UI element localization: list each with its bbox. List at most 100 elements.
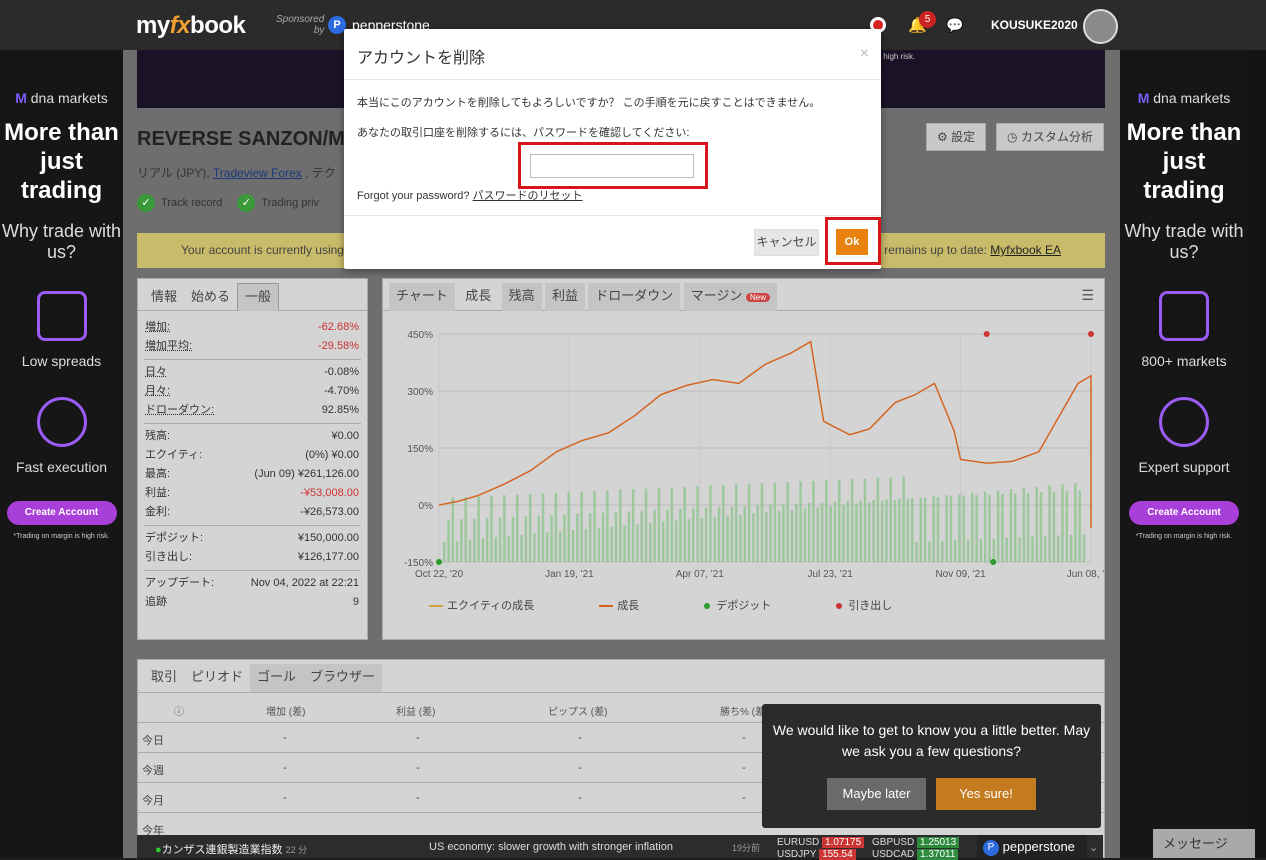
volume-bar: [988, 494, 991, 562]
volume-bar: [485, 518, 489, 562]
volume-bar: [765, 512, 768, 562]
volume-bar: [1065, 491, 1069, 562]
volume-bar: [1052, 491, 1056, 562]
volume-bar: [868, 502, 871, 562]
volume-bar: [541, 493, 545, 562]
legend-growth[interactable]: 成長: [599, 597, 639, 613]
myfxbook-logo[interactable]: myfxbook: [136, 12, 246, 40]
avatar[interactable]: [1083, 9, 1118, 44]
volume-bar: [855, 503, 858, 562]
volume-bar: [859, 500, 862, 562]
volume-bar: [468, 539, 472, 562]
volume-bar: [520, 534, 523, 562]
withdrawal-point: [1088, 331, 1094, 337]
stat-row: 追跡 9: [145, 596, 359, 608]
volume-bar: [799, 481, 802, 562]
volume-bar: [640, 510, 643, 562]
info-icon[interactable]: ⓘ: [174, 703, 184, 718]
volume-bar: [533, 533, 536, 562]
settings-button[interactable]: ⚙ 設定: [926, 123, 987, 151]
volume-bar: [958, 494, 961, 562]
stat-row: デポジット: ¥150,000.00: [145, 532, 359, 544]
tab-drawdown[interactable]: ドローダウン: [588, 283, 681, 311]
modal-body: 本当にこのアカウントを削除してもよろしいですか？ この手順を元に戻すことはできま…: [344, 80, 881, 216]
tab-periods[interactable]: ピリオド: [184, 664, 250, 692]
yes-sure-button[interactable]: Yes sure!: [936, 778, 1036, 810]
ticker-news-time: 19分前: [732, 843, 761, 853]
tab-margin[interactable]: マージン New: [683, 283, 778, 311]
volume-bar: [550, 515, 553, 562]
stat-row: 金利: -¥26,573.00: [145, 506, 359, 518]
tab-chart[interactable]: チャート: [389, 283, 455, 311]
messages-button[interactable]: メッセージ: [1153, 829, 1255, 858]
x-tick-label: Jul 23, '21: [808, 569, 854, 580]
volume-bar: [1031, 536, 1034, 562]
dna-markets-logo: M dna markets: [1137, 90, 1231, 106]
volume-bar: [1048, 485, 1051, 562]
volume-bar: [683, 486, 686, 562]
chevron-down-icon[interactable]: ⌄: [1089, 841, 1098, 854]
scrollbar[interactable]: [1248, 50, 1266, 858]
volume-bar: [674, 520, 678, 562]
modal-title: アカウントを削除: [357, 50, 486, 67]
tab-growth[interactable]: 成長: [458, 283, 498, 311]
withdrawal-point: [983, 331, 990, 337]
ok-button[interactable]: Ok: [836, 229, 868, 255]
volume-bar: [902, 476, 905, 562]
volume-bar: [807, 503, 811, 562]
tab-general[interactable]: 一般: [237, 283, 280, 311]
volume-bar: [975, 495, 978, 562]
reset-password-link[interactable]: パスワードのリセット: [473, 190, 583, 202]
volume-bar: [666, 509, 669, 562]
tab-goals[interactable]: ゴール: [250, 664, 304, 692]
volume-bar: [752, 513, 755, 562]
volume-bar: [790, 509, 794, 562]
growth-line: [438, 340, 1092, 528]
y-tick-label: -150%: [404, 558, 433, 569]
tab-profit[interactable]: 利益: [544, 283, 585, 311]
password-input[interactable]: [530, 154, 694, 178]
volume-bar: [524, 516, 528, 562]
ticker-news[interactable]: US economy: slower growth with stronger …: [429, 841, 673, 853]
delete-warning: 本当にこのアカウントを削除してもよろしいですか？ この手順を元に戻すことはできま…: [357, 97, 821, 109]
legend-withdrawal[interactable]: 引き出し: [836, 597, 892, 613]
ad-why: Why trade with us?: [1, 221, 122, 262]
cancel-button[interactable]: キャンセル: [754, 229, 819, 256]
volume-bar: [786, 482, 789, 562]
tab-info[interactable]: 情報: [144, 284, 184, 312]
tab-trades[interactable]: 取引: [144, 664, 184, 692]
volume-bar: [567, 492, 571, 562]
maybe-later-button[interactable]: Maybe later: [827, 778, 926, 810]
x-tick-label: Jun 08, '22: [1067, 569, 1104, 580]
ticker-event[interactable]: ●カンザス連銀製造業指数 22 分: [155, 841, 307, 857]
volume-bar: [1009, 489, 1013, 562]
volume-bar: [464, 497, 467, 562]
username[interactable]: KOUSUKE2020: [991, 18, 1078, 32]
tab-browser[interactable]: ブラウザー: [303, 664, 383, 692]
ticker-pepperstone[interactable]: P pepperstone: [977, 835, 1087, 858]
right-ad[interactable]: M dna markets More than just trading Why…: [1120, 50, 1248, 858]
left-ad[interactable]: M dna markets More than just trading Why…: [0, 50, 123, 858]
news-ticker[interactable]: ●カンザス連銀製造業指数 22 分 US economy: slower gro…: [137, 835, 1103, 860]
volume-bar: [580, 491, 583, 562]
chat-icon[interactable]: 💬: [946, 17, 963, 34]
volume-bar: [619, 489, 622, 562]
myfxbook-ea-link[interactable]: Myfxbook EA: [990, 243, 1061, 257]
volume-bar: [455, 540, 459, 562]
create-account-button[interactable]: Create Account: [6, 501, 117, 525]
tab-balance[interactable]: 残高: [501, 283, 542, 311]
broker-link[interactable]: Tradeview Forex: [213, 166, 302, 180]
legend-equity[interactable]: エクイティの成長: [429, 597, 534, 613]
tab-start[interactable]: 始める: [184, 284, 237, 312]
volume-bar: [447, 519, 450, 562]
custom-analysis-button[interactable]: ◷ カスタム分析: [996, 123, 1104, 151]
chart-settings-icon[interactable]: ☰: [1081, 287, 1094, 304]
create-account-button[interactable]: Create Account: [1129, 501, 1239, 525]
close-icon[interactable]: ×: [860, 45, 869, 63]
ad-fine-print: *Trading on margin is high risk.: [13, 533, 110, 540]
volume-bar: [614, 512, 618, 562]
equity-line: [438, 340, 1092, 528]
legend-deposit[interactable]: デポジット: [704, 597, 771, 613]
stat-row: 増加平均: -29.58%: [145, 340, 359, 352]
volume-bar: [713, 516, 716, 562]
